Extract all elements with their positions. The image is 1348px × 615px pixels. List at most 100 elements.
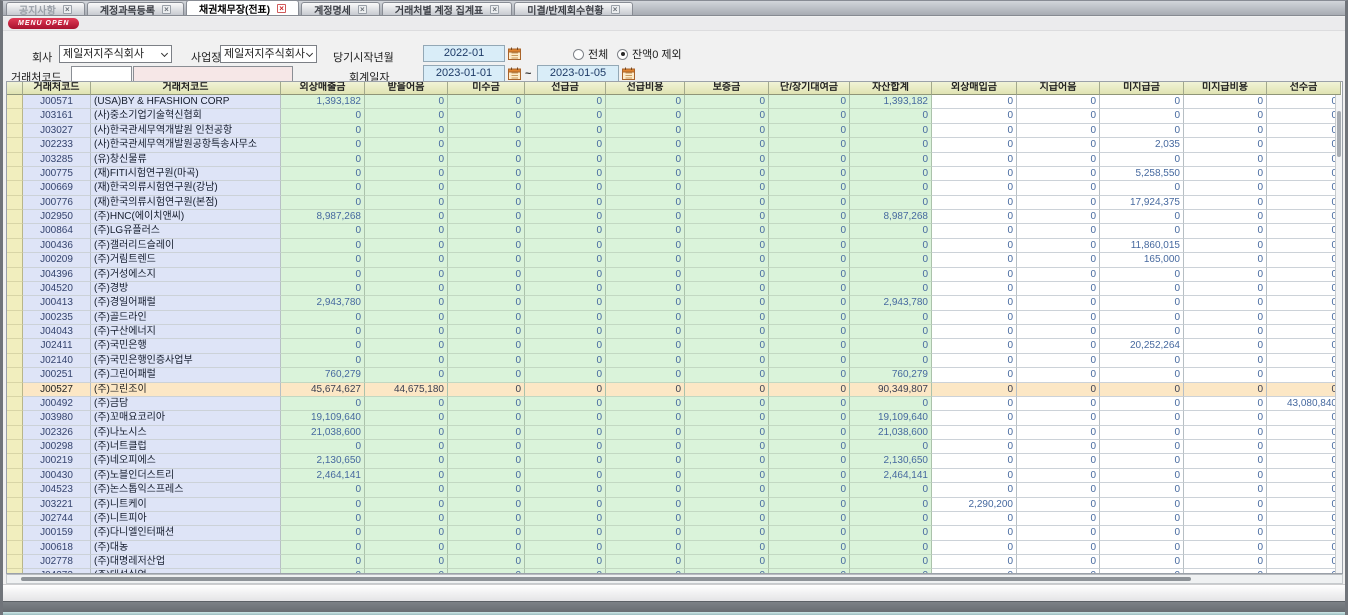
horizontal-scrollbar-thumb[interactable]: [21, 577, 1191, 581]
table-row[interactable]: J00251(주)그린어패럴760,279000000760,27900000: [7, 368, 1342, 382]
tab-account-detail[interactable]: 계정명세×: [301, 2, 380, 15]
table-row[interactable]: J02744(주)니트피아0000000000000: [7, 512, 1342, 526]
vertical-scrollbar[interactable]: [1335, 95, 1342, 573]
table-row[interactable]: J04520(주)경방0000000000000: [7, 282, 1342, 296]
table-row[interactable]: J00492(주)금담00000000000043,080,840: [7, 397, 1342, 411]
row-indicator[interactable]: [7, 555, 23, 569]
row-indicator[interactable]: [7, 153, 23, 167]
column-header[interactable]: 외상매입금: [932, 82, 1017, 95]
column-header[interactable]: 거래처코드: [23, 82, 91, 95]
table-row[interactable]: J02233(사)한국관세무역개발원공항특송사무소00000000002,035…: [7, 138, 1342, 152]
company-select[interactable]: 제일저지주식회사: [59, 45, 172, 63]
table-row[interactable]: J00776(재)한국의류시험연구원(본점)000000000017,924,3…: [7, 196, 1342, 210]
column-header[interactable]: 미수금: [448, 82, 525, 95]
table-row[interactable]: J00436(주)갤러리드슬레이000000000011,860,01500: [7, 239, 1342, 253]
table-row[interactable]: J02326(주)나노시스21,038,60000000021,038,6000…: [7, 426, 1342, 440]
calendar-icon[interactable]: [508, 47, 521, 60]
row-indicator[interactable]: [7, 282, 23, 296]
row-indicator[interactable]: [7, 268, 23, 282]
column-header[interactable]: 단/장기대여금: [769, 82, 850, 95]
column-header[interactable]: 지급어음: [1017, 82, 1100, 95]
row-indicator[interactable]: [7, 454, 23, 468]
table-row[interactable]: J00527(주)그린조이45,674,62744,675,1800000090…: [7, 383, 1342, 397]
close-icon[interactable]: ×: [490, 5, 499, 14]
close-icon[interactable]: ×: [358, 5, 367, 14]
table-row[interactable]: J02411(주)국민은행000000000020,252,26400: [7, 339, 1342, 353]
table-row[interactable]: J00235(주)골드라인0000000000000: [7, 311, 1342, 325]
table-row[interactable]: J00618(주)대농0000000000000: [7, 541, 1342, 555]
table-row[interactable]: J04396(주)거성에스지0000000000000: [7, 268, 1342, 282]
row-indicator[interactable]: [7, 95, 23, 109]
tab-receivables-payables-ledger[interactable]: 채권채무장(전표)×: [186, 0, 299, 15]
table-row[interactable]: J00775(재)FITI시험연구원(마곡)00000000005,258,55…: [7, 167, 1342, 181]
row-indicator[interactable]: [7, 196, 23, 210]
row-indicator[interactable]: [7, 541, 23, 555]
table-row[interactable]: J00298(주)너트클럽0000000000000: [7, 440, 1342, 454]
table-row[interactable]: J04043(주)구산에너지0000000000000: [7, 325, 1342, 339]
table-row[interactable]: J00413(주)경일어패럴2,943,7800000002,943,78000…: [7, 296, 1342, 310]
column-header[interactable]: 선급금: [525, 82, 606, 95]
row-indicator[interactable]: [7, 124, 23, 138]
row-indicator[interactable]: [7, 339, 23, 353]
row-indicator[interactable]: [7, 512, 23, 526]
row-indicator[interactable]: [7, 224, 23, 238]
date-from-input[interactable]: 2023-01-01: [423, 65, 505, 82]
tab-account-registration[interactable]: 계정과목등록×: [87, 2, 184, 15]
scope-radio-exclude-zero[interactable]: 잔액0 제외: [617, 46, 682, 62]
table-row[interactable]: J02140(주)국민은행인증사업부0000000000000: [7, 354, 1342, 368]
calendar-icon[interactable]: [622, 67, 635, 80]
table-row[interactable]: J03285(유)창신물류0000000000000: [7, 153, 1342, 167]
row-indicator[interactable]: [7, 498, 23, 512]
date-to-input[interactable]: 2023-01-05: [537, 65, 619, 82]
row-indicator[interactable]: [7, 138, 23, 152]
table-row[interactable]: J00209(주)거림트렌드0000000000165,00000: [7, 253, 1342, 267]
column-header[interactable]: 선급비용: [606, 82, 685, 95]
table-row[interactable]: J04523(주)논스톱익스프레스0000000000000: [7, 483, 1342, 497]
vertical-scrollbar-thumb[interactable]: [1337, 111, 1341, 157]
close-icon[interactable]: ×: [162, 5, 171, 14]
table-row[interactable]: J03980(주)꼬매요코리아19,109,64000000019,109,64…: [7, 411, 1342, 425]
column-header[interactable]: 미지급비용: [1184, 82, 1267, 95]
tab-notice[interactable]: 공지사항×: [6, 2, 85, 15]
table-row[interactable]: J03221(주)니트케이000000002,290,2000000: [7, 498, 1342, 512]
column-header[interactable]: 선수금: [1267, 82, 1341, 95]
tab-vendor-account-summary[interactable]: 거래처별 계정 집계표×: [382, 2, 512, 15]
table-row[interactable]: J03027(사)한국관세무역개발원 인천공항0000000000000: [7, 124, 1342, 138]
column-header[interactable]: 받을어음: [365, 82, 448, 95]
column-header[interactable]: 외상매출금: [281, 82, 365, 95]
row-indicator[interactable]: [7, 426, 23, 440]
scope-radio-all[interactable]: 전체: [573, 46, 608, 62]
row-indicator[interactable]: [7, 354, 23, 368]
column-header[interactable]: 거래처코드: [91, 82, 281, 95]
column-header[interactable]: 미지급금: [1100, 82, 1184, 95]
row-indicator[interactable]: [7, 325, 23, 339]
close-icon[interactable]: ×: [611, 5, 620, 14]
row-indicator[interactable]: [7, 383, 23, 397]
row-indicator[interactable]: [7, 181, 23, 195]
row-indicator[interactable]: [7, 440, 23, 454]
close-icon[interactable]: ×: [63, 5, 72, 14]
close-icon[interactable]: ×: [277, 4, 286, 13]
row-indicator[interactable]: [7, 253, 23, 267]
row-indicator[interactable]: [7, 311, 23, 325]
column-header[interactable]: 보증금: [685, 82, 769, 95]
row-indicator[interactable]: [7, 239, 23, 253]
table-row[interactable]: J00219(주)네오피에스2,130,6500000002,130,65000…: [7, 454, 1342, 468]
site-select[interactable]: 제일저지주식회사: [220, 45, 317, 63]
menu-open-button[interactable]: MENU OPEN: [8, 18, 79, 29]
table-row[interactable]: J00864(주)LG유플러스0000000000000: [7, 224, 1342, 238]
table-row[interactable]: J00571(USA)BY & HFASHION CORP1,393,18200…: [7, 95, 1342, 109]
row-indicator[interactable]: [7, 483, 23, 497]
calendar-icon[interactable]: [508, 67, 521, 80]
row-indicator[interactable]: [7, 368, 23, 382]
row-indicator[interactable]: [7, 411, 23, 425]
table-row[interactable]: J02778(주)대명레저산업0000000000000: [7, 555, 1342, 569]
row-indicator[interactable]: [7, 210, 23, 224]
row-indicator[interactable]: [7, 397, 23, 411]
table-row[interactable]: J00669(재)한국의류시험연구원(강남)0000000000000: [7, 181, 1342, 195]
period-start-input[interactable]: 2022-01: [423, 45, 505, 62]
horizontal-scrollbar[interactable]: [6, 574, 1343, 584]
table-row[interactable]: J00430(주)노블인더스트리2,464,1410000002,464,141…: [7, 469, 1342, 483]
row-indicator[interactable]: [7, 109, 23, 123]
row-indicator[interactable]: [7, 526, 23, 540]
